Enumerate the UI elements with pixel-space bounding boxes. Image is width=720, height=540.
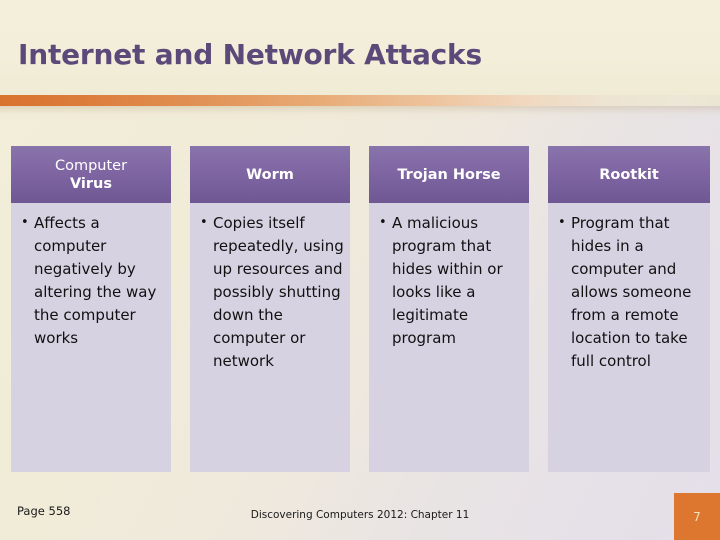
bullet-list: Affects a computer negatively by alterin…	[17, 211, 165, 350]
table-column-rootkit: Rootkit Program that hides in a computer…	[548, 146, 710, 472]
column-body-rootkit: Program that hides in a computer and all…	[548, 203, 710, 472]
column-header-line1: Trojan Horse	[397, 166, 501, 183]
attack-types-table: Computer Virus Affects a computer negati…	[11, 146, 710, 472]
column-body-worm: Copies itself repeatedly, using up resou…	[190, 203, 350, 472]
column-header-computer-virus: Computer Virus	[11, 146, 171, 203]
column-header-line1: Computer	[54, 157, 128, 174]
table-column-worm: Worm Copies itself repeatedly, using up …	[190, 146, 350, 472]
table-column-trojan-horse: Trojan Horse A malicious program that hi…	[369, 146, 529, 472]
column-header-worm: Worm	[190, 146, 350, 203]
bullet-list: Copies itself repeatedly, using up resou…	[196, 211, 344, 373]
title-zone: Internet and Network Attacks	[0, 0, 720, 96]
column-body-computer-virus: Affects a computer negatively by alterin…	[11, 203, 171, 472]
bullet-list: Program that hides in a computer and all…	[554, 211, 704, 373]
list-item: Affects a computer negatively by alterin…	[21, 211, 165, 350]
bullet-list: A malicious program that hides within or…	[375, 211, 523, 350]
list-item: Copies itself repeatedly, using up resou…	[200, 211, 344, 373]
column-body-trojan-horse: A malicious program that hides within or…	[369, 203, 529, 472]
column-header-trojan-horse: Trojan Horse	[369, 146, 529, 203]
column-header-line1: Rootkit	[599, 166, 659, 183]
table-column-computer-virus: Computer Virus Affects a computer negati…	[11, 146, 171, 472]
page-title: Internet and Network Attacks	[18, 38, 482, 71]
slide-number-badge: 7	[674, 493, 720, 540]
list-item: A malicious program that hides within or…	[379, 211, 523, 350]
divider-shadow	[0, 106, 720, 120]
column-header-line1: Worm	[246, 166, 294, 183]
footer-source-text: Discovering Computers 2012: Chapter 11	[250, 509, 470, 521]
accent-divider-bar	[0, 95, 720, 106]
column-header-line2: Virus	[69, 175, 113, 192]
list-item: Program that hides in a computer and all…	[558, 211, 704, 373]
column-header-rootkit: Rootkit	[548, 146, 710, 203]
slide: Internet and Network Attacks Computer Vi…	[0, 0, 720, 540]
